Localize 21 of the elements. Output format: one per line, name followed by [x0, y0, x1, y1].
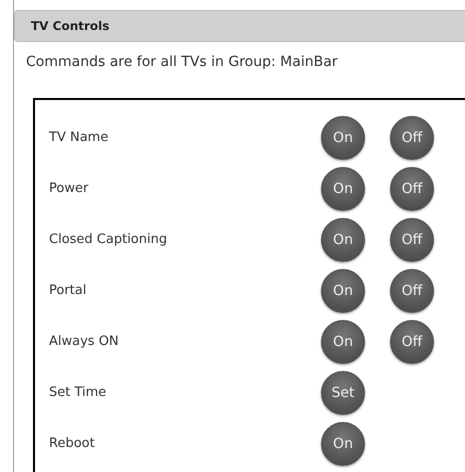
command-label: Portal — [48, 283, 88, 298]
command-button[interactable]: Off — [390, 166, 434, 210]
command-button[interactable]: Off — [390, 218, 434, 262]
command-label: Reboot — [48, 436, 96, 451]
command-button[interactable]: On — [321, 268, 365, 312]
command-button[interactable]: On — [321, 422, 365, 466]
command-label: TV Name — [48, 130, 110, 145]
command-button[interactable]: On — [321, 320, 365, 364]
command-button[interactable]: Off — [390, 320, 434, 364]
command-button[interactable]: Off — [390, 116, 434, 160]
command-button[interactable]: On — [321, 218, 365, 262]
panel-header: TV Controls — [14, 10, 465, 42]
command-button[interactable]: On — [321, 116, 365, 160]
command-button[interactable]: Set — [321, 370, 365, 414]
command-label: Set Time — [48, 385, 108, 400]
group-description: Commands are for all TVs in Group: MainBar — [26, 54, 339, 72]
command-label: Closed Captioning — [48, 232, 168, 247]
command-label: Power — [48, 181, 90, 196]
command-button[interactable]: On — [321, 166, 365, 210]
command-button[interactable]: Off — [390, 268, 434, 312]
command-label: Always ON — [48, 334, 120, 349]
